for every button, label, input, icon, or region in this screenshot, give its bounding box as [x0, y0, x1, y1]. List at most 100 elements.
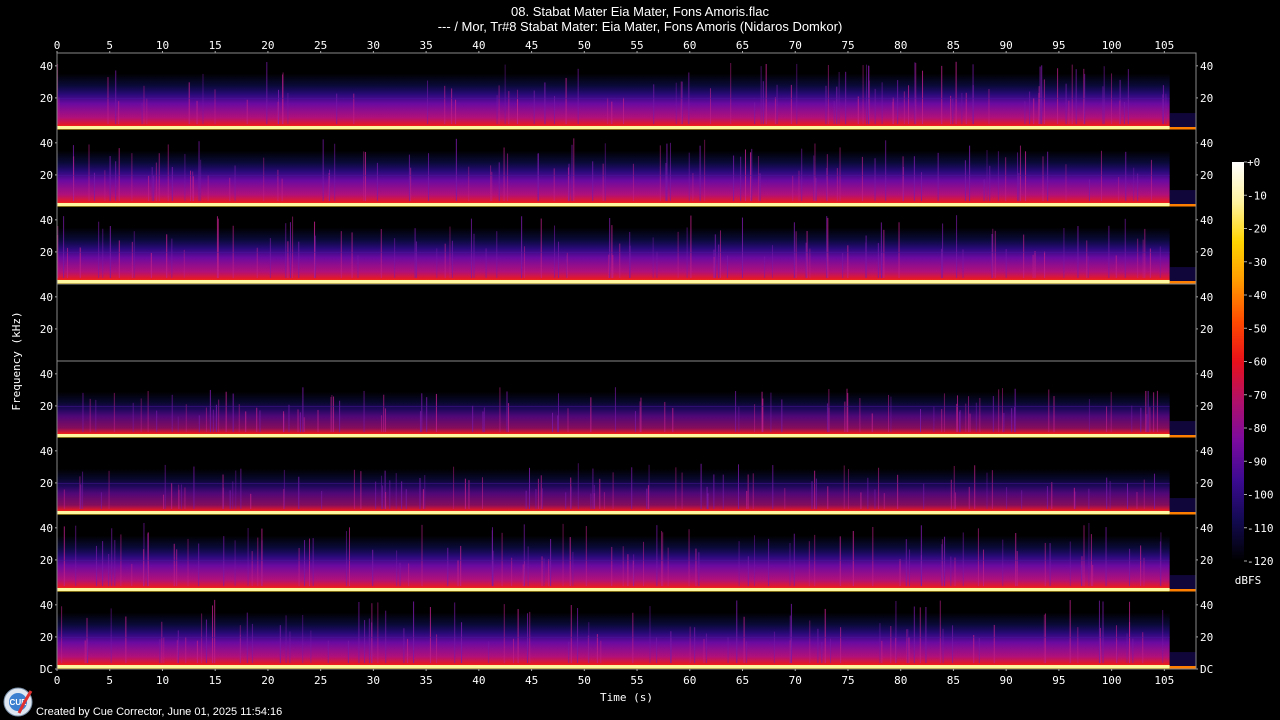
transient-streak: [535, 489, 537, 509]
transient-streak: [842, 253, 844, 278]
transient-streak: [874, 158, 876, 201]
transient-streak: [688, 152, 690, 201]
transient-streak: [507, 153, 509, 201]
transient-streak: [944, 536, 946, 586]
transient-streak: [1129, 601, 1131, 663]
transient-streak: [340, 231, 342, 278]
transient-streak: [939, 600, 941, 663]
transient-streak: [550, 538, 552, 586]
y-tick-label-right: 20: [1200, 631, 1213, 644]
transient-streak: [428, 153, 430, 201]
transient-streak: [909, 549, 911, 586]
transient-streak: [795, 231, 797, 278]
transient-streak: [805, 242, 807, 278]
channel-baseline: [57, 280, 1170, 283]
transient-streak: [317, 409, 319, 432]
transient-streak: [164, 464, 166, 509]
transient-streak: [883, 229, 885, 278]
harmonic-line: [57, 636, 1170, 638]
transient-streak: [358, 601, 360, 663]
transient-streak: [292, 216, 294, 278]
transient-streak: [1023, 234, 1025, 278]
transient-streak: [269, 238, 271, 278]
transient-streak: [688, 529, 690, 586]
transient-streak: [902, 156, 904, 201]
transient-streak: [322, 139, 324, 201]
transient-streak: [1132, 638, 1134, 663]
transient-streak: [1005, 249, 1007, 278]
transient-streak: [827, 486, 829, 509]
transient-streak: [898, 222, 900, 278]
transient-streak: [1103, 66, 1105, 124]
transient-streak: [968, 396, 970, 432]
transient-streak: [540, 218, 542, 278]
transient-streak: [1038, 86, 1040, 124]
y-tick-label-left: 40: [40, 445, 53, 458]
transient-streak: [880, 222, 882, 278]
transient-streak: [1149, 407, 1151, 432]
transient-streak: [401, 481, 403, 509]
transient-streak: [1133, 167, 1135, 201]
transient-streak: [558, 241, 560, 278]
transient-streak: [1077, 627, 1079, 663]
transient-streak: [198, 543, 200, 586]
transient-streak: [1159, 246, 1161, 278]
transient-streak: [1024, 101, 1026, 124]
transient-streak: [281, 74, 283, 124]
transient-streak: [261, 528, 263, 586]
transient-streak: [865, 235, 867, 278]
transient-streak: [771, 245, 773, 278]
transient-streak: [942, 223, 944, 278]
transient-streak: [1073, 487, 1075, 509]
transient-streak: [114, 540, 116, 586]
x-tick-label-bottom: 40: [472, 674, 485, 687]
transient-streak: [533, 90, 535, 124]
transient-streak: [155, 162, 157, 201]
transient-streak: [132, 402, 134, 432]
transient-streak: [1017, 152, 1019, 201]
transient-streak: [874, 489, 876, 509]
transient-streak: [806, 230, 808, 278]
transient-streak: [667, 547, 669, 586]
transient-streak: [571, 144, 573, 201]
transient-streak: [193, 466, 195, 509]
x-tick-label-bottom: 50: [578, 674, 591, 687]
transient-streak: [202, 73, 204, 124]
transient-streak: [499, 387, 501, 432]
transient-streak: [845, 71, 847, 124]
transient-streak: [656, 251, 658, 278]
transient-streak: [102, 541, 104, 586]
transient-streak: [730, 62, 732, 124]
transient-streak: [713, 474, 715, 509]
transient-streak: [871, 413, 873, 432]
transient-streak: [192, 176, 194, 201]
transient-streak: [998, 389, 1000, 432]
transient-streak: [1006, 487, 1008, 509]
x-tick-label-bottom: 80: [894, 674, 907, 687]
transient-streak: [118, 101, 120, 124]
transient-streak: [661, 530, 663, 586]
y-tick-label-left: 40: [40, 368, 53, 381]
transient-streak: [1069, 541, 1071, 586]
transient-streak: [790, 84, 792, 124]
transient-streak: [408, 154, 410, 201]
transient-streak: [611, 101, 613, 124]
transient-streak: [962, 249, 964, 278]
transient-streak: [207, 175, 209, 201]
transient-streak: [772, 465, 774, 509]
transient-streak: [1047, 151, 1049, 201]
transient-streak: [878, 467, 880, 509]
y-tick-label-right: 20: [1200, 246, 1213, 259]
transient-streak: [453, 466, 455, 509]
transient-streak: [977, 528, 979, 586]
transient-streak: [614, 387, 616, 432]
transient-streak: [511, 557, 513, 586]
transient-streak: [1106, 406, 1108, 432]
colorbar-tick-label: -70: [1247, 389, 1267, 402]
transient-streak: [577, 608, 579, 663]
transient-streak: [1015, 533, 1017, 586]
transient-streak: [824, 608, 826, 663]
transient-streak: [866, 64, 868, 124]
transient-streak: [1068, 100, 1070, 124]
transient-streak: [527, 546, 529, 586]
